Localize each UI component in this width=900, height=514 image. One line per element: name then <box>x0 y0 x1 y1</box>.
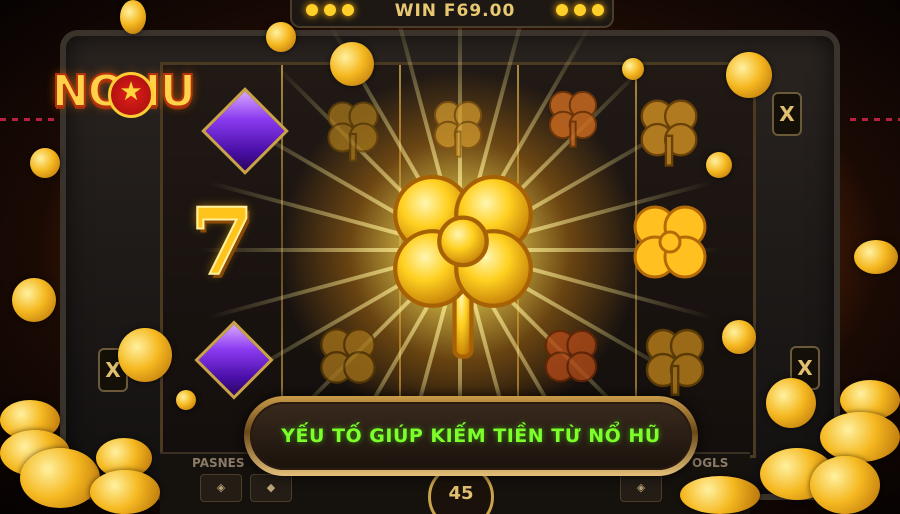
indicator-light <box>306 4 318 16</box>
clover-symbol <box>327 101 379 162</box>
led-strip-right <box>850 118 900 121</box>
coin-stack <box>90 470 160 514</box>
coin-stack <box>820 412 900 462</box>
coin-stack <box>810 456 880 514</box>
seven-symbol: 7 <box>189 187 255 297</box>
clover-symbol <box>548 90 598 148</box>
side-marker-right: X <box>772 92 802 136</box>
gold-coin <box>118 328 172 382</box>
gold-coin <box>30 148 60 178</box>
clover-symbol <box>633 205 707 279</box>
clover-symbol <box>640 99 698 167</box>
control-button[interactable]: ◈ <box>620 474 662 502</box>
gold-coin <box>12 278 56 322</box>
gold-coin <box>726 52 772 98</box>
gold-coin <box>706 152 732 178</box>
indicator-light <box>556 4 568 16</box>
gold-coin <box>622 58 644 80</box>
control-button[interactable]: ◆ <box>250 474 292 502</box>
gold-coin <box>766 378 816 428</box>
indicator-light <box>574 4 586 16</box>
panel-label-right: OGLS <box>692 456 729 470</box>
gold-coin <box>722 320 756 354</box>
indicator-light <box>324 4 336 16</box>
title-banner-inner: YẾU TỐ GIÚP KIẾM TIỀN TỪ NỔ HŨ <box>250 402 692 470</box>
indicator-light <box>342 4 354 16</box>
gold-coin <box>120 0 146 34</box>
clover-symbol <box>320 328 376 384</box>
win-amount: WIN F69.00 <box>394 1 516 21</box>
coin-stack <box>20 448 100 508</box>
indicator-light <box>592 4 604 16</box>
clover-symbol <box>645 328 705 396</box>
gold-coin <box>266 22 296 52</box>
coin-stack <box>680 476 760 514</box>
gold-coin <box>176 390 196 410</box>
banner-title: YẾU TỐ GIÚP KIẾM TIỀN TỪ NỔ HŨ <box>281 425 661 447</box>
gold-coin <box>854 240 898 274</box>
panel-label-left: PASNES <box>192 456 245 470</box>
star-emblem-icon <box>108 72 154 118</box>
game-scene: 7 X X X WIN F69.00 NOHU PASNES OGLS ◈ ◆ … <box>0 0 900 514</box>
control-button[interactable]: ◈ <box>200 474 242 502</box>
title-banner: YẾU TỐ GIÚP KIẾM TIỀN TỪ NỔ HŨ <box>244 396 698 476</box>
led-strip-left <box>0 118 60 121</box>
gold-coin <box>330 42 374 86</box>
clover-symbol <box>433 100 483 158</box>
winning-clover-symbol <box>393 174 533 359</box>
